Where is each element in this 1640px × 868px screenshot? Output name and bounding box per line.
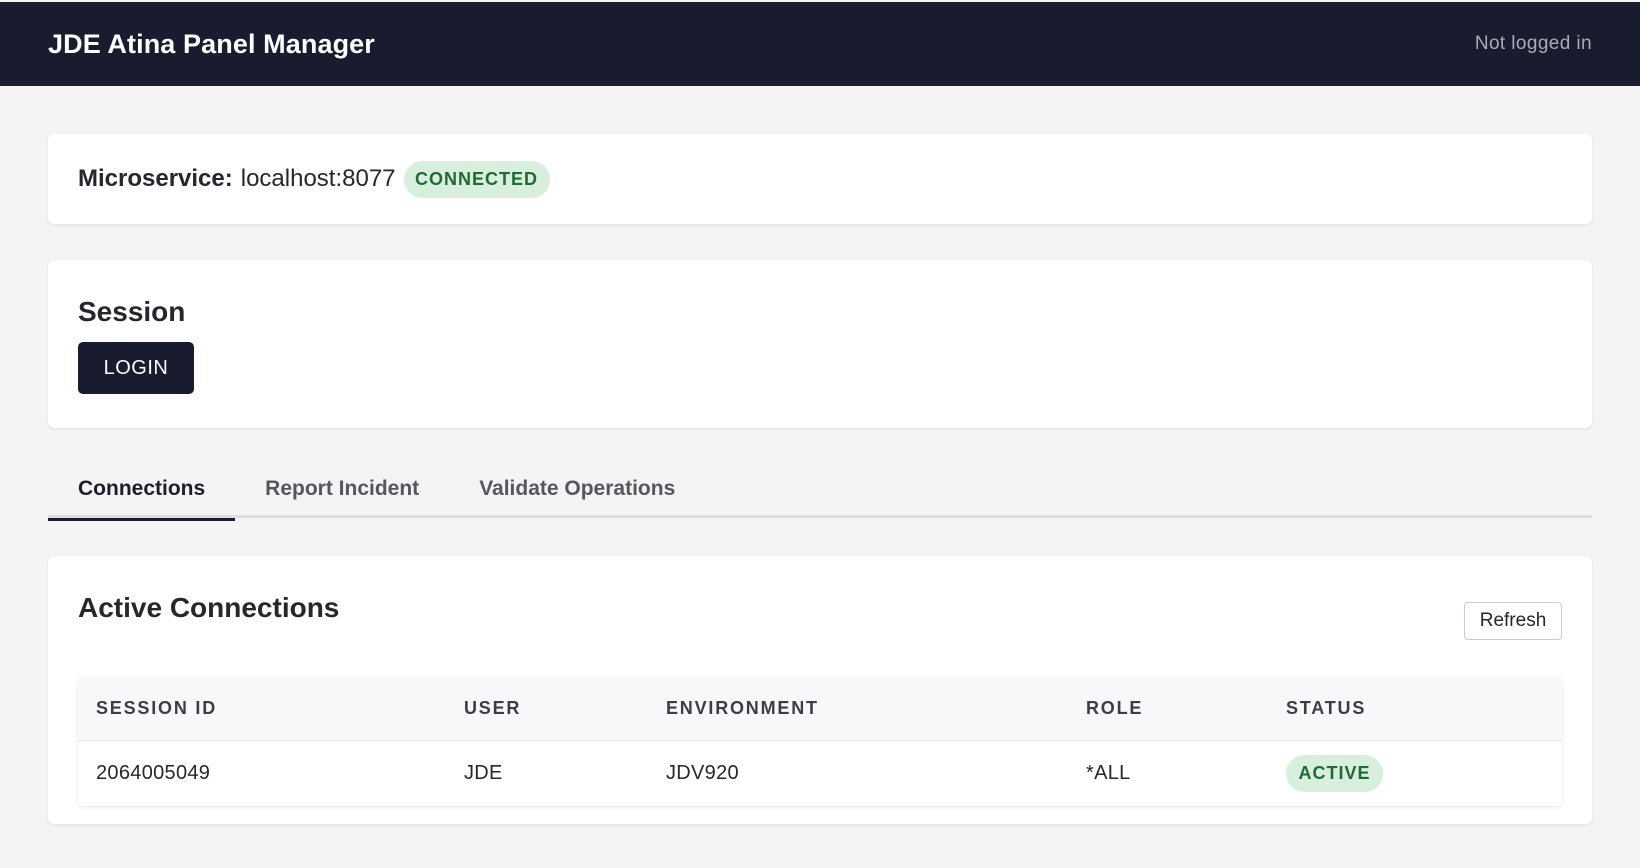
table-header-row: SESSION ID USER ENVIRONMENT ROLE STATUS	[78, 678, 1562, 740]
session-card: Session LOGIN	[48, 260, 1592, 428]
connection-status-badge: CONNECTED	[403, 160, 550, 198]
login-button[interactable]: LOGIN	[78, 342, 194, 394]
refresh-button[interactable]: Refresh	[1464, 602, 1562, 640]
cell-user: JDE	[464, 761, 503, 784]
top-bar: JDE Atina Panel Manager Not logged in	[0, 2, 1640, 86]
connections-table-wrapper: SESSION ID USER ENVIRONMENT ROLE STATUS …	[78, 678, 1562, 806]
cell-status: ACTIVE	[1268, 740, 1562, 806]
column-header-status: STATUS	[1286, 698, 1367, 719]
column-header-environment: ENVIRONMENT	[666, 698, 819, 719]
login-status: Not logged in	[1474, 33, 1592, 54]
tab-validate-operations[interactable]: Validate Operations	[449, 460, 705, 518]
app-title: JDE Atina Panel Manager	[48, 28, 375, 59]
tab-report-incident[interactable]: Report Incident	[235, 460, 449, 518]
column-header-session-id: SESSION ID	[96, 698, 218, 719]
microservice-address: localhost:8077	[240, 165, 396, 192]
microservice-label: Microservice:	[78, 165, 233, 192]
microservice-card: Microservice: localhost:8077 CONNECTED	[48, 134, 1592, 224]
tab-connections[interactable]: Connections	[48, 460, 236, 521]
column-header-role: ROLE	[1086, 698, 1144, 719]
connections-header: Active Connections Refresh	[78, 592, 1562, 640]
tab-bar: Connections Report Incident Validate Ope…	[48, 460, 1592, 521]
cell-environment: JDV920	[666, 761, 739, 784]
active-connections-card: Active Connections Refresh SESSION ID US…	[48, 556, 1592, 824]
connections-title: Active Connections	[78, 592, 340, 623]
cell-session-id: 2064005049	[96, 761, 211, 784]
session-title: Session	[78, 296, 186, 327]
column-header-user: USER	[464, 698, 522, 719]
connections-table: SESSION ID USER ENVIRONMENT ROLE STATUS …	[78, 678, 1562, 806]
cell-role: *ALL	[1086, 761, 1131, 784]
status-badge: ACTIVE	[1286, 754, 1383, 792]
table-row: 2064005049 JDE JDV920 *ALL ACTIVE	[78, 740, 1562, 806]
